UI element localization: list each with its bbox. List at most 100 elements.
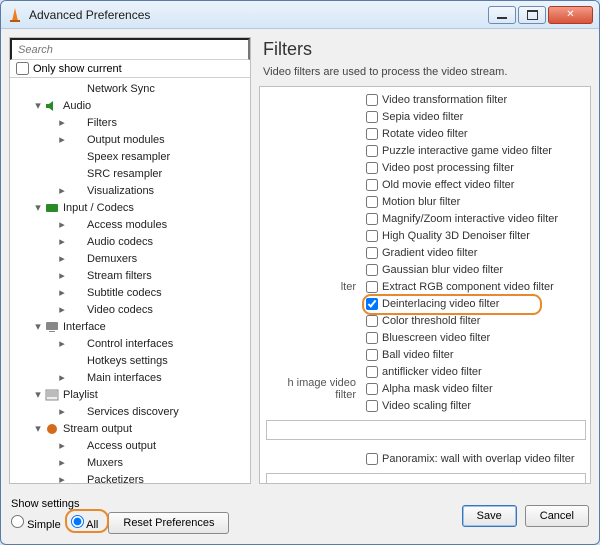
filter-checkbox[interactable] [366, 94, 378, 106]
tree-item-audio[interactable]: ▾Audio [10, 97, 250, 114]
tree-category-icon [68, 167, 84, 181]
filter-row[interactable]: High Quality 3D Denoiser filter [266, 227, 586, 244]
filter-row[interactable]: Sepia video filter [266, 108, 586, 125]
filter-checkbox[interactable] [366, 315, 378, 327]
filters-list[interactable]: Video transformation filterSepia video f… [259, 86, 591, 484]
tree-item-access-output[interactable]: ▸Access output [10, 437, 250, 454]
minimize-button[interactable] [488, 6, 516, 24]
tree-category-icon [68, 150, 84, 164]
filter-checkbox[interactable] [366, 247, 378, 259]
search-input[interactable] [10, 38, 250, 60]
tree-item-stream-filters[interactable]: ▸Stream filters [10, 267, 250, 284]
window-controls [488, 6, 593, 24]
tree-item-control-interfaces[interactable]: ▸Control interfaces [10, 335, 250, 352]
tree-category-icon [68, 133, 84, 147]
filter-row[interactable]: Gradient video filter [266, 244, 586, 261]
filter-label: Gaussian blur video filter [382, 264, 503, 276]
radio-all[interactable]: All [71, 515, 99, 531]
filter-checkbox[interactable] [366, 383, 378, 395]
filter-checkbox[interactable] [366, 281, 378, 293]
tree-category-icon [68, 473, 84, 484]
tree-item-playlist[interactable]: ▾Playlist [10, 386, 250, 403]
only-show-current-row[interactable]: Only show current [10, 60, 250, 78]
category-tree[interactable]: Network Sync▾Audio▸Filters▸Output module… [10, 78, 250, 483]
cancel-button[interactable]: Cancel [525, 505, 589, 527]
tree-item-network-sync[interactable]: Network Sync [10, 80, 250, 97]
panoramix-row[interactable]: Panoramix: wall with overlap video filte… [266, 450, 586, 467]
tree-item-label: Audio codecs [87, 236, 153, 248]
filter-row[interactable]: Motion blur filter [266, 193, 586, 210]
tree-category-icon [68, 303, 84, 317]
tree-item-demuxers[interactable]: ▸Demuxers [10, 250, 250, 267]
tree-item-src-resampler[interactable]: SRC resampler [10, 165, 250, 182]
filter-checkbox[interactable] [366, 264, 378, 276]
tree-category-icon [68, 337, 84, 351]
tree-item-label: SRC resampler [87, 168, 162, 180]
filter-checkbox[interactable] [366, 332, 378, 344]
filter-checkbox[interactable] [366, 145, 378, 157]
tree-twisty-icon: ▸ [56, 371, 68, 384]
tree-item-input-codecs[interactable]: ▾Input / Codecs [10, 199, 250, 216]
filter-row[interactable]: Puzzle interactive game video filter [266, 142, 586, 159]
filter-checkbox[interactable] [366, 162, 378, 174]
filter-checkbox[interactable] [366, 298, 378, 310]
tree-item-hotkeys-settings[interactable]: Hotkeys settings [10, 352, 250, 369]
filter-row[interactable]: Video post processing filter [266, 159, 586, 176]
tree-category-icon [68, 354, 84, 368]
tree-item-services-discovery[interactable]: ▸Services discovery [10, 403, 250, 420]
filter-checkbox[interactable] [366, 349, 378, 361]
tree-item-subtitle-codecs[interactable]: ▸Subtitle codecs [10, 284, 250, 301]
tree-item-interface[interactable]: ▾Interface [10, 318, 250, 335]
tree-category-icon [68, 82, 84, 96]
tree-item-output-modules[interactable]: ▸Output modules [10, 131, 250, 148]
tree-twisty-icon: ▸ [56, 473, 68, 483]
tree-item-video-codecs[interactable]: ▸Video codecs [10, 301, 250, 318]
maximize-button[interactable] [518, 6, 546, 24]
close-button[interactable] [548, 6, 593, 24]
filter-row[interactable]: Color threshold filter [266, 312, 586, 329]
filter-checkbox[interactable] [366, 111, 378, 123]
radio-simple[interactable]: Simple [11, 515, 61, 531]
tree-category-icon [44, 422, 60, 436]
filter-row[interactable]: Old movie effect video filter [266, 176, 586, 193]
filter-checkbox[interactable] [366, 128, 378, 140]
save-button[interactable]: Save [462, 505, 517, 527]
filter-row[interactable]: Video transformation filter [266, 91, 586, 108]
filter-checkbox[interactable] [366, 400, 378, 412]
filter-label: Bluescreen video filter [382, 332, 490, 344]
tree-item-label: Access modules [87, 219, 167, 231]
filter-checkbox[interactable] [366, 179, 378, 191]
filter-row[interactable]: Rotate video filter [266, 125, 586, 142]
tree-item-filters[interactable]: ▸Filters [10, 114, 250, 131]
tree-category-icon [68, 184, 84, 198]
only-show-current-checkbox[interactable] [16, 62, 29, 75]
filter-checkbox[interactable] [366, 213, 378, 225]
filter-row[interactable]: Deinterlacing video filter [266, 295, 586, 312]
filter-text-field[interactable] [266, 420, 586, 440]
tree-item-visualizations[interactable]: ▸Visualizations [10, 182, 250, 199]
panoramix-checkbox[interactable] [366, 453, 378, 465]
filter-row[interactable]: Ball video filter [266, 346, 586, 363]
tree-item-stream-output[interactable]: ▾Stream output [10, 420, 250, 437]
tree-item-audio-codecs[interactable]: ▸Audio codecs [10, 233, 250, 250]
filter-row[interactable]: Bluescreen video filter [266, 329, 586, 346]
filter-row[interactable]: Magnify/Zoom interactive video filter [266, 210, 586, 227]
filter-text-field-2[interactable] [266, 473, 586, 484]
tree-item-packetizers[interactable]: ▸Packetizers [10, 471, 250, 483]
filter-checkbox[interactable] [366, 230, 378, 242]
filter-checkbox[interactable] [366, 196, 378, 208]
tree-item-access-modules[interactable]: ▸Access modules [10, 216, 250, 233]
filter-checkbox[interactable] [366, 366, 378, 378]
tree-item-main-interfaces[interactable]: ▸Main interfaces [10, 369, 250, 386]
titlebar: Advanced Preferences [1, 1, 599, 29]
tree-item-muxers[interactable]: ▸Muxers [10, 454, 250, 471]
filter-row[interactable]: Gaussian blur video filter [266, 261, 586, 278]
tree-category-icon [68, 439, 84, 453]
filter-row[interactable]: h image video filterAlpha mask video fil… [266, 380, 586, 397]
filter-row[interactable]: lterExtract RGB component video filter [266, 278, 586, 295]
tree-item-speex-resampler[interactable]: Speex resampler [10, 148, 250, 165]
filter-label: Alpha mask video filter [382, 383, 493, 395]
filter-label: High Quality 3D Denoiser filter [382, 230, 530, 242]
tree-item-label: Filters [87, 117, 117, 129]
reset-preferences-button[interactable]: Reset Preferences [108, 512, 229, 534]
